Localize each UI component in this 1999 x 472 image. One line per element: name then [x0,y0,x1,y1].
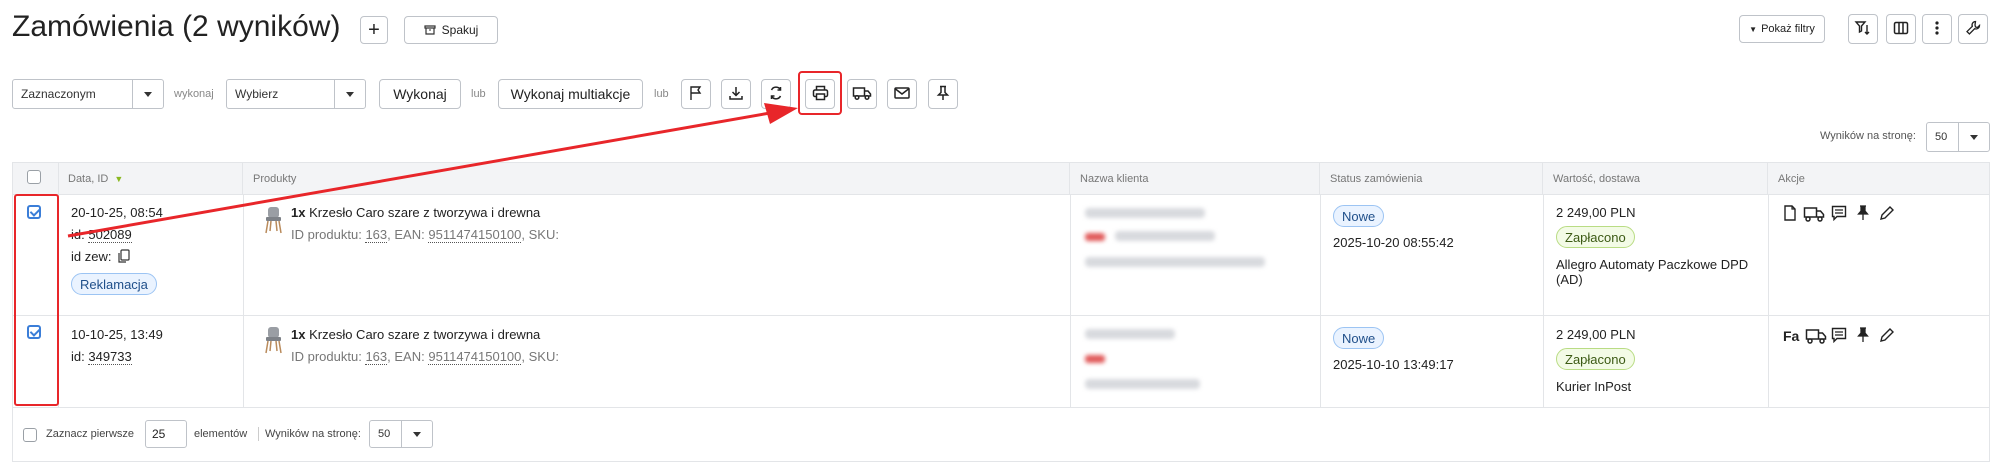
annotation-arrow [67,103,798,238]
